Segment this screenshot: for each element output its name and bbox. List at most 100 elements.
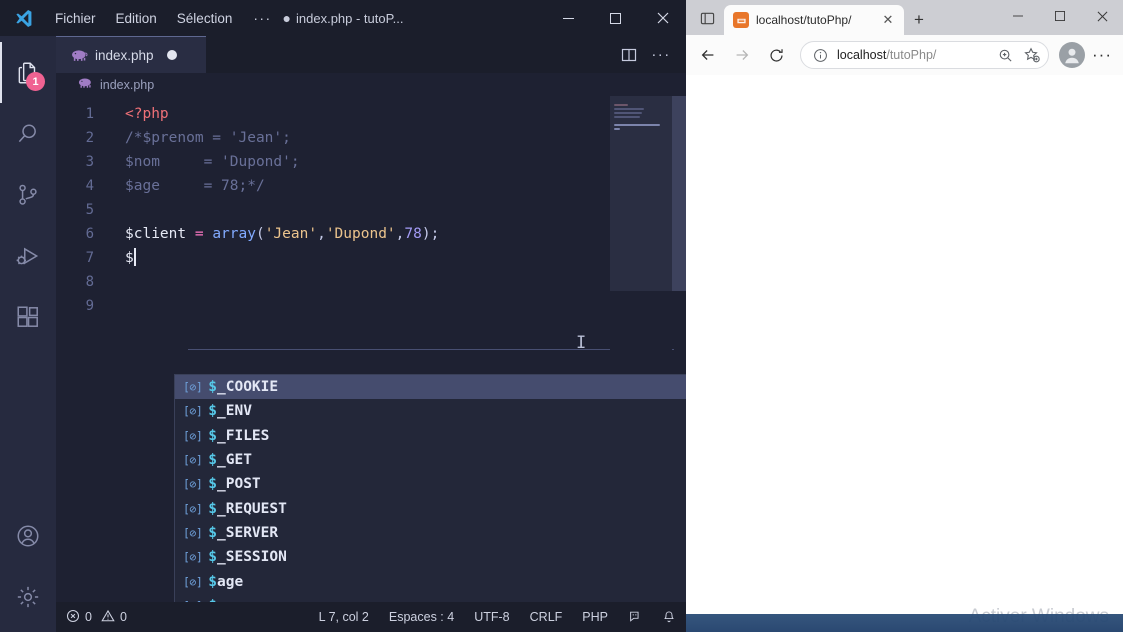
- sidebar-item-source-control[interactable]: [0, 164, 56, 225]
- menu-fichier[interactable]: Fichier: [46, 7, 105, 30]
- vscode-logo-icon: [0, 0, 46, 36]
- status-encoding[interactable]: UTF-8: [464, 602, 519, 632]
- code-line[interactable]: 1 <?php: [56, 102, 686, 126]
- site-info-icon[interactable]: [810, 45, 830, 65]
- line-number: 8: [85, 274, 94, 290]
- breadcrumb: index.php: [56, 73, 686, 96]
- reload-icon[interactable]: [760, 39, 792, 71]
- minimize-button[interactable]: [545, 0, 592, 36]
- add-favorite-icon[interactable]: [1022, 45, 1042, 65]
- browser-more-menu-icon[interactable]: ···: [1087, 40, 1117, 70]
- suggestion-label: $_REQUEST: [208, 500, 287, 517]
- browser-viewport[interactable]: Activer Windows: [686, 75, 1123, 632]
- menu-edition[interactable]: Edition: [107, 7, 166, 30]
- code-line[interactable]: 2 /*$prenom = 'Jean';: [56, 126, 686, 150]
- code-token: 'Jean': [264, 226, 318, 242]
- menu-selection[interactable]: Sélection: [168, 7, 242, 30]
- code-editor[interactable]: 1 <?php 2 /*$prenom = 'Jean'; 3 $nom = 'Dupon…: [56, 96, 686, 602]
- address-bar-text[interactable]: localhost/tutoPhp/: [837, 48, 988, 62]
- status-bar-right: L 7, col 2 Espaces : 4 UTF-8 CRLF PHP: [309, 602, 686, 632]
- line-number: 5: [85, 202, 94, 218]
- code-line[interactable]: 9: [56, 294, 686, 318]
- suggestion-widget[interactable]: [⊘] $_COOKIE [⊘] $_ENV [⊘] $_FILES [⊘] $_GET [⊘]…: [174, 374, 686, 602]
- browser-minimize-button[interactable]: [997, 0, 1039, 32]
- line-text: $: [112, 246, 136, 270]
- bell-icon[interactable]: [652, 602, 686, 632]
- suggestion-item[interactable]: [⊘] $age: [175, 569, 686, 593]
- sidebar-item-run-and-debug[interactable]: [0, 225, 56, 286]
- address-bar[interactable]: localhost/tutoPhp/: [800, 41, 1049, 69]
- suggestion-item[interactable]: [⊘] $_COOKIE: [175, 375, 686, 400]
- minimap-slider[interactable]: [610, 96, 672, 291]
- line-text: [112, 294, 125, 318]
- forward-arrow-icon[interactable]: [726, 39, 758, 71]
- suggestion-list[interactable]: [⊘] $_COOKIE [⊘] $_ENV [⊘] $_FILES [⊘] $_GET [⊘]…: [175, 375, 686, 602]
- profile-avatar-icon[interactable]: [1059, 42, 1085, 68]
- code-token: $client: [125, 226, 195, 242]
- zoom-in-icon[interactable]: [995, 45, 1015, 65]
- tabs-empty-space: [206, 36, 616, 73]
- browser-close-button[interactable]: [1081, 0, 1123, 32]
- code-line[interactable]: 8: [56, 270, 686, 294]
- suggestion-item[interactable]: [⊘] $_POST: [175, 472, 686, 496]
- status-language-mode[interactable]: PHP: [572, 602, 618, 632]
- code-line[interactable]: 4 $age = 78;*/: [56, 174, 686, 198]
- status-indentation[interactable]: Espaces : 4: [379, 602, 464, 632]
- sidebar-item-extensions[interactable]: [0, 286, 56, 347]
- tab-actions-icon[interactable]: [690, 2, 724, 34]
- new-tab-button[interactable]: +: [904, 5, 934, 35]
- activity-bar: 1: [0, 36, 56, 632]
- line-number: 9: [85, 298, 94, 314]
- status-bar: 0 0 L 7, col 2 Espaces : 4 UTF-8 CRLF PH…: [56, 602, 686, 632]
- sidebar-item-search[interactable]: [0, 103, 56, 164]
- breadcrumb-label[interactable]: index.php: [100, 78, 154, 92]
- suggestion-item[interactable]: [⊘] $_REQUEST: [175, 496, 686, 520]
- suggestion-item[interactable]: [⊘] $_FILES: [175, 424, 686, 448]
- current-line-border: [188, 349, 674, 350]
- code-line[interactable]: 6 $client = array('Jean','Dupond',78);: [56, 222, 686, 246]
- split-editor-icon[interactable]: [616, 42, 642, 68]
- code-token: =: [194, 226, 213, 242]
- close-button[interactable]: [639, 0, 686, 36]
- editor-tabs: index.php ···: [56, 36, 686, 73]
- code-line[interactable]: 7 $: [56, 246, 686, 270]
- suggestion-item[interactable]: [⊘] $_SERVER: [175, 521, 686, 545]
- status-cursor-position[interactable]: L 7, col 2: [309, 602, 379, 632]
- suggestion-item[interactable]: [⊘] $_GET: [175, 448, 686, 472]
- editor-more-actions-icon[interactable]: ···: [648, 42, 674, 68]
- code-token: $nom = 'Dupond';: [125, 154, 300, 170]
- php-elephant-icon: [71, 49, 88, 62]
- tab-dirty-indicator[interactable]: [166, 50, 177, 60]
- code-line[interactable]: 3 $nom = 'Dupond';: [56, 150, 686, 174]
- maximize-button[interactable]: [592, 0, 639, 36]
- back-arrow-icon[interactable]: [692, 39, 724, 71]
- status-problems[interactable]: 0 0: [66, 609, 127, 626]
- browser-toolbar: localhost/tutoPhp/ ···: [686, 35, 1123, 75]
- suggestion-item[interactable]: [⊘] $_ENV: [175, 399, 686, 423]
- editor-scrollbar-thumb[interactable]: [672, 96, 686, 291]
- vscode-window: Fichier Edition Sélection ··· ● index.ph…: [0, 0, 686, 632]
- code-token: $age = 78;*/: [125, 178, 265, 194]
- status-eol[interactable]: CRLF: [520, 602, 573, 632]
- sidebar-item-explorer[interactable]: 1: [0, 42, 56, 103]
- code-token: /*$prenom = 'Jean';: [125, 130, 291, 146]
- desktop-strip: [686, 614, 1123, 632]
- account-icon[interactable]: [0, 510, 56, 571]
- window-title-text: index.php - tutoP...: [296, 10, 404, 26]
- tab-index-php[interactable]: index.php: [56, 36, 206, 73]
- code-token: array: [212, 226, 256, 242]
- line-text: $client = array('Jean','Dupond',78);: [112, 222, 439, 246]
- gear-icon[interactable]: [0, 571, 56, 632]
- menu-overflow-icon[interactable]: ···: [243, 10, 281, 26]
- code-line[interactable]: 5: [56, 198, 686, 222]
- variable-symbol-icon: [⊘]: [183, 550, 203, 565]
- close-icon[interactable]: ✕: [879, 11, 897, 29]
- browser-tabstrip: localhost/tutoPhp/ ✕ +: [686, 0, 1123, 35]
- line-text: <?php: [112, 102, 169, 126]
- status-bar-left: 0 0: [56, 609, 127, 626]
- suggestion-item[interactable]: [⊘] $_SESSION: [175, 545, 686, 569]
- browser-tab[interactable]: localhost/tutoPhp/ ✕: [724, 5, 904, 35]
- browser-maximize-button[interactable]: [1039, 0, 1081, 32]
- feedback-smiley-icon[interactable]: [618, 602, 652, 632]
- suggestion-item[interactable]: [⊘] $argc: [175, 594, 686, 602]
